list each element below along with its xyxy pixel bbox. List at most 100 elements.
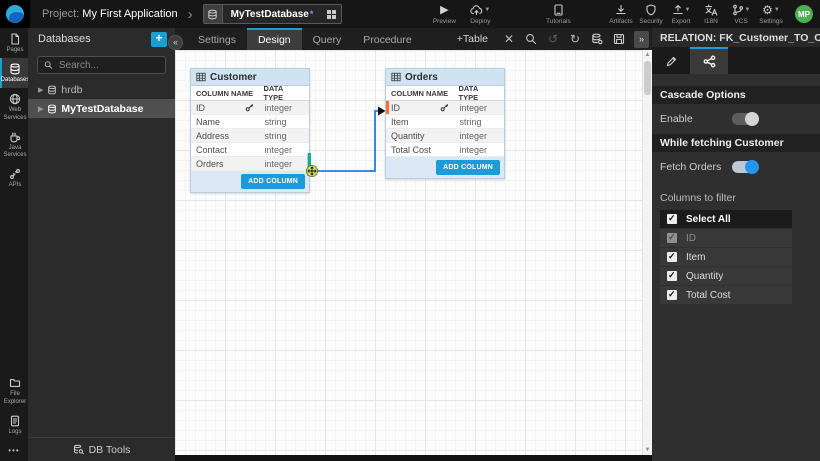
- undo-button[interactable]: ↺: [545, 31, 561, 47]
- table-footer: ADD COLUMN: [191, 171, 309, 192]
- enable-toggle[interactable]: [732, 113, 758, 125]
- database-icon: [47, 104, 57, 114]
- filter-item-id[interactable]: ID: [660, 229, 792, 247]
- sidebar-item-databases[interactable]: Databases: [0, 58, 28, 88]
- table-row-fk-target[interactable]: ID integer: [386, 101, 504, 115]
- export-button[interactable]: ▼ Export: [667, 4, 695, 25]
- tab-settings[interactable]: Settings: [187, 28, 247, 50]
- sidebar-item-java-services[interactable]: Java Services: [0, 126, 28, 163]
- more-options-button[interactable]: •••: [0, 440, 28, 461]
- add-column-button[interactable]: ADD COLUMN: [436, 160, 500, 175]
- column-type-cell: integer: [259, 103, 309, 113]
- sidebar-item-web-services[interactable]: Web Services: [0, 88, 28, 125]
- user-avatar[interactable]: MP: [795, 5, 813, 23]
- i18n-button[interactable]: I18N: [697, 4, 725, 25]
- vcs-button[interactable]: ▼ VCS: [727, 4, 755, 25]
- add-database-button[interactable]: +: [151, 32, 167, 47]
- translate-icon: [705, 4, 718, 16]
- fetch-orders-toggle[interactable]: [732, 161, 758, 173]
- scroll-down-icon[interactable]: ▼: [643, 445, 652, 455]
- sidebar-item-logs[interactable]: Logs: [0, 410, 28, 440]
- filter-item-select-all[interactable]: Select All: [660, 210, 792, 228]
- document-tab[interactable]: MyTestDatabase*: [203, 4, 343, 24]
- table-footer: ADD COLUMN: [386, 157, 504, 178]
- expand-right-panel-button[interactable]: »: [634, 31, 649, 48]
- expand-arrow-icon[interactable]: ▶: [38, 86, 43, 94]
- expand-arrow-icon[interactable]: ▶: [38, 105, 43, 113]
- search-input[interactable]: [57, 59, 159, 72]
- tab-query[interactable]: Query: [302, 28, 353, 50]
- zoom-search-button[interactable]: [523, 31, 539, 47]
- table-row[interactable]: Orders integer: [191, 157, 309, 171]
- entity-table-orders[interactable]: Orders COLUMN NAMEDATA TYPE ID integer I…: [385, 68, 505, 179]
- table-row[interactable]: Address string: [191, 129, 309, 143]
- scrollbar-thumb[interactable]: [644, 61, 651, 95]
- log-file-icon: [9, 415, 21, 427]
- table-row[interactable]: Item string: [386, 115, 504, 129]
- tab-relation[interactable]: [690, 47, 728, 74]
- left-nav-rail: Pages Databases Web Services Java Servic…: [0, 28, 28, 461]
- databases-panel: Databases + ▶ hrdb ▶ MyTestDatabase DB T…: [28, 28, 175, 461]
- column-name-cell: Contact: [191, 145, 259, 155]
- primary-key-icon: [440, 103, 449, 112]
- globe-icon: [9, 93, 21, 105]
- checkbox-checked-icon[interactable]: [667, 271, 677, 281]
- table-row[interactable]: Quantity integer: [386, 129, 504, 143]
- column-type-cell: string: [259, 117, 309, 127]
- columns-to-filter-label: Columns to filter: [652, 182, 820, 208]
- checkbox-checked-icon[interactable]: [667, 252, 677, 262]
- tree-item-hrdb[interactable]: ▶ hrdb: [28, 80, 175, 99]
- tab-edit-column[interactable]: [652, 47, 690, 74]
- relation-panel-title: RELATION: FK_Customer_TO_Orders_O...: [652, 28, 820, 47]
- settings-button[interactable]: ⚙▼ Settings: [757, 4, 785, 25]
- filter-item-item[interactable]: Item: [660, 248, 792, 266]
- apps-grid-icon[interactable]: [321, 5, 341, 23]
- tutorials-button[interactable]: Tutorials: [544, 4, 572, 25]
- filter-item-quantity[interactable]: Quantity: [660, 267, 792, 285]
- delete-button[interactable]: ✕: [501, 31, 517, 47]
- table-row[interactable]: Name string: [191, 115, 309, 129]
- design-tab-bar: Settings Design Query Procedure +Table ✕…: [175, 28, 652, 50]
- relation-share-icon: [703, 55, 716, 68]
- db-tools-icon: [73, 444, 84, 455]
- panel-title: Databases: [38, 33, 91, 45]
- sidebar-item-file-explorer[interactable]: File Explorer: [0, 372, 28, 409]
- checkbox-checked-icon[interactable]: [667, 214, 677, 224]
- relation-panel: RELATION: FK_Customer_TO_Orders_O... Cas…: [652, 28, 820, 461]
- canvas-vertical-scrollbar[interactable]: ▲ ▼: [642, 50, 652, 455]
- scroll-up-icon[interactable]: ▲: [643, 50, 652, 60]
- download-icon: [615, 4, 627, 16]
- collapse-panel-button[interactable]: «: [168, 35, 183, 50]
- add-column-button[interactable]: ADD COLUMN: [241, 174, 305, 189]
- artifacts-button[interactable]: Artifacts: [607, 4, 635, 25]
- filter-item-total-cost[interactable]: Total Cost: [660, 286, 792, 304]
- entity-table-customer[interactable]: Customer COLUMN NAMEDATA TYPE ID integer…: [190, 68, 310, 193]
- column-type-cell: integer: [259, 159, 309, 169]
- checkbox-checked-icon[interactable]: [667, 290, 677, 300]
- app-logo[interactable]: [0, 0, 30, 28]
- preview-button[interactable]: ▶ Preview: [430, 4, 458, 25]
- design-canvas[interactable]: Customer COLUMN NAMEDATA TYPE ID integer…: [175, 50, 652, 455]
- db-sync-button[interactable]: [589, 31, 605, 47]
- toggle-knob: [745, 160, 759, 174]
- sidebar-item-pages[interactable]: Pages: [0, 28, 28, 58]
- folder-icon: [9, 377, 21, 389]
- table-row[interactable]: Contact integer: [191, 143, 309, 157]
- tree-item-mytestdatabase[interactable]: ▶ MyTestDatabase: [28, 99, 175, 118]
- tab-procedure[interactable]: Procedure: [352, 28, 422, 50]
- security-button[interactable]: Security: [637, 4, 665, 25]
- primary-key-icon: [245, 103, 254, 112]
- db-tools-button[interactable]: DB Tools: [28, 437, 175, 461]
- table-row[interactable]: ID integer: [191, 101, 309, 115]
- canvas-bottom-strip: [175, 455, 652, 461]
- save-button[interactable]: [611, 31, 627, 47]
- search-box[interactable]: [37, 56, 166, 74]
- sidebar-item-apis[interactable]: APIs: [0, 163, 28, 193]
- add-table-button[interactable]: +Table: [457, 33, 488, 45]
- table-row[interactable]: Total Cost integer: [386, 143, 504, 157]
- tab-design[interactable]: Design: [247, 28, 302, 50]
- top-bar: Project:My First Application › MyTestDat…: [0, 0, 820, 28]
- deploy-button[interactable]: ▼ Deploy: [466, 4, 494, 25]
- redo-button[interactable]: ↻: [567, 31, 583, 47]
- pencil-icon: [665, 55, 678, 68]
